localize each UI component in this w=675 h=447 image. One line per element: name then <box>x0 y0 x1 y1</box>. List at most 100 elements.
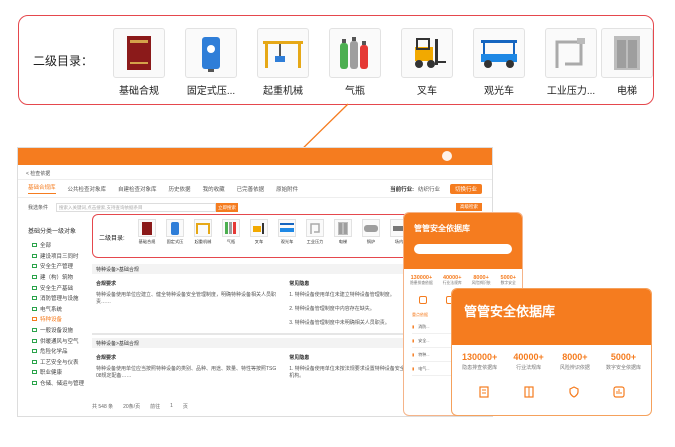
forklift-icon <box>415 38 446 68</box>
pagination: 共 548 条 20条/页 前往 1 页 <box>92 403 188 410</box>
sidebar-item[interactable]: 全部 <box>28 240 88 251</box>
library-stats: 130000+ 隐患排查依据库 40000+ 行业法规库 8000+ 风险辨识依据 5… <box>452 345 651 371</box>
library-shortcut-icons <box>452 371 651 399</box>
sidebar-item[interactable]: 建（构）筑物 <box>28 272 88 283</box>
mobile-title: 管管安全依据库 <box>414 224 470 233</box>
secondary-directory-label: 二级目录： <box>33 54 94 68</box>
mini-category[interactable]: 电梯 <box>331 219 355 245</box>
folder-icon <box>32 296 37 301</box>
folder-icon <box>32 275 37 280</box>
tab-public-objects[interactable]: 公共检查对象库 <box>68 185 107 193</box>
mini-category[interactable]: 气瓶 <box>219 219 243 245</box>
tab-completed[interactable]: 已完善依据 <box>237 185 265 193</box>
mini-category[interactable]: 工业压力 <box>303 219 327 245</box>
mini-category[interactable]: 基础合规 <box>135 219 159 245</box>
pipeline-icon <box>310 223 320 234</box>
category-sidebar: 基础分类一级对象 全部 建设项目三同时 安全生产管理 建（构）筑物 安全生产基础… <box>28 226 88 388</box>
back-link[interactable]: < 检查依据 <box>18 165 492 180</box>
tab-basic-compliance[interactable]: 基础合规库 <box>28 183 56 194</box>
category-gas-cylinder[interactable]: 气瓶 <box>323 28 387 97</box>
document-icon[interactable] <box>419 296 428 304</box>
sidebar-item[interactable]: 工艺安全与仪表 <box>28 357 88 368</box>
elevator-icon <box>614 36 640 70</box>
pipeline-icon <box>555 38 585 68</box>
table-header: 合规要求 常见隐患 <box>96 281 310 287</box>
mini-category[interactable]: 锅炉 <box>359 219 383 245</box>
mini-category[interactable]: 观光车 <box>275 219 299 245</box>
folder-icon <box>32 306 37 311</box>
table-row[interactable]: 特种设备使用单位应建立、健全特种设备安全管理制度，明确特种设备相关人员职责…… … <box>92 289 422 330</box>
tab-favorites[interactable]: 我的收藏 <box>203 185 225 193</box>
sidebar-item[interactable]: 安全生产基础 <box>28 282 88 293</box>
stat-risk-identification: 8000+ 风险辨识依据 <box>559 352 590 371</box>
category-lifting-machinery[interactable]: 起重机械 <box>251 28 315 97</box>
sidebar-item[interactable]: 安全生产管理 <box>28 261 88 272</box>
search-input[interactable]: 搜索入关键词,点击搜索,支持查询依据条目 <box>56 202 217 212</box>
app-header-bar <box>18 148 492 165</box>
search-condition-label: 我选条件 <box>28 204 49 211</box>
sidebar-item[interactable]: 危险化学品 <box>28 346 88 357</box>
secondary-directory-callout: 二级目录： 基础合规 固定式压... 起重机械 气瓶 叉车 观光车 工业压力..… <box>18 15 654 105</box>
gas-cylinder-icon <box>225 222 236 234</box>
book-icon <box>127 36 151 70</box>
page-size-select[interactable]: 20条/页 <box>123 403 140 410</box>
mobile-search-input[interactable] <box>414 244 512 254</box>
sidebar-item[interactable]: 职业健康 <box>28 367 88 378</box>
tab-history[interactable]: 历史依据 <box>169 185 191 193</box>
category-sightseeing-car[interactable]: 观光车 <box>467 28 531 97</box>
book-icon[interactable] <box>522 385 536 399</box>
sidebar-item[interactable]: 一般设备设施 <box>28 325 88 336</box>
switch-industry-button[interactable]: 切换行业 <box>449 183 482 194</box>
mini-category[interactable]: 固定式压 <box>163 219 187 245</box>
sidebar-item[interactable]: 供暖通风与空气 <box>28 335 88 346</box>
sidebar-item[interactable]: 消防管理与设施 <box>28 293 88 304</box>
pressure-vessel-icon <box>171 221 179 235</box>
tab-custom-objects[interactable]: 自建检查对象库 <box>118 185 157 193</box>
folder-icon <box>32 381 37 386</box>
category-industrial-pressure-pipe[interactable]: 工业压力... <box>539 28 603 97</box>
folder-icon <box>32 317 37 322</box>
sidebar-heading: 基础分类一级对象 <box>28 229 77 235</box>
folder-icon <box>32 285 37 290</box>
category-fixed-pressure-vessel[interactable]: 固定式压... <box>179 28 243 97</box>
folder-icon <box>32 243 37 248</box>
search-button[interactable]: 立即搜索 <box>216 202 239 212</box>
section-breadcrumb: 特种设备>基础合规 <box>92 264 422 274</box>
mini-category[interactable]: 叉车 <box>247 219 271 245</box>
sightseeing-car-icon <box>280 223 294 232</box>
shield-icon[interactable] <box>567 385 581 399</box>
sidebar-item[interactable]: 仓储、储运与管理 <box>28 378 88 389</box>
forklift-icon <box>253 222 264 234</box>
user-avatar[interactable] <box>442 151 452 161</box>
book-icon <box>142 221 152 235</box>
table-row[interactable]: 特种设备使用单位应当按照特种设备的类别、品种、用途、数量、特性等按照TSG 08… <box>92 363 422 383</box>
pressure-vessel-icon <box>202 37 220 72</box>
tab-attachments[interactable]: 原始附件 <box>276 185 298 193</box>
tab-bar: 基础合规库 公共检查对象库 自建检查对象库 历史依据 我的收藏 已完善依据 原始… <box>18 180 492 198</box>
page-number-input[interactable]: 1 <box>170 403 173 410</box>
folder-icon <box>32 328 37 333</box>
mini-category[interactable]: 起重机械 <box>191 219 215 245</box>
category-forklift[interactable]: 叉车 <box>395 28 459 97</box>
library-card-title: 管管安全依据库 <box>452 289 651 345</box>
advanced-search-button[interactable]: 高级检索 <box>456 203 482 211</box>
gas-cylinder-icon <box>340 37 368 69</box>
folder-icon <box>32 264 37 269</box>
stat-hazard-basis: 130000+ 隐患排查依据库 <box>462 352 498 371</box>
secondary-directory-strip: 二级目录: 基础合规 固定式压 起重机械 气瓶 叉车 观光车 工业压力 电梯 锅… <box>92 214 432 258</box>
stat-industry-regulations: 40000+ 行业法规库 <box>513 352 544 371</box>
table-header: 合规要求 常见隐患 <box>96 355 310 361</box>
document-icon[interactable] <box>477 385 491 399</box>
category-basic-compliance[interactable]: 基础合规 <box>107 28 171 97</box>
library-feature-card: 管管安全依据库 130000+ 隐患排查依据库 40000+ 行业法规库 8000+… <box>451 288 652 416</box>
sidebar-item[interactable]: 电气系统 <box>28 304 88 315</box>
crane-icon <box>196 222 210 234</box>
category-elevator[interactable]: 电梯 <box>595 28 659 97</box>
sidebar-item[interactable]: 建设项目三同时 <box>28 251 88 262</box>
industry-value: 纺织行业 <box>417 186 440 193</box>
goto-label: 前往 <box>150 404 161 410</box>
folder-icon <box>32 253 37 258</box>
sidebar-item-special-equipment[interactable]: 特种设备 <box>28 314 88 325</box>
elevator-icon <box>338 221 348 235</box>
chart-icon[interactable] <box>612 385 626 399</box>
